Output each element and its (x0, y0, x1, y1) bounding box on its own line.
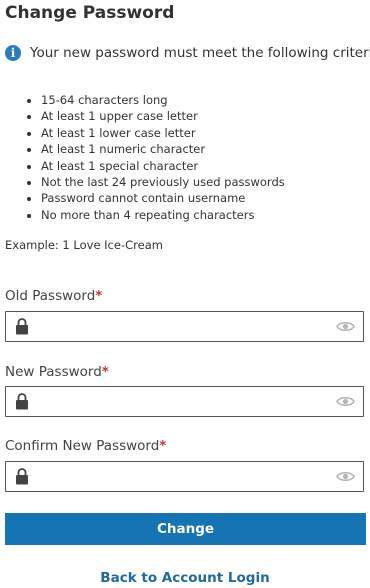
new-password-field[interactable] (5, 386, 364, 417)
old-password-label: Old Password* (5, 288, 102, 304)
confirm-password-field[interactable] (5, 461, 364, 492)
confirm-password-input[interactable] (36, 462, 326, 491)
password-example: Example: 1 Love Ice-Cream (5, 238, 163, 252)
page-title: Change Password (5, 3, 175, 23)
change-button[interactable]: Change (5, 513, 366, 545)
new-password-label-text: New Password (5, 364, 102, 380)
eye-icon[interactable] (336, 320, 355, 333)
eye-icon[interactable] (336, 395, 355, 408)
criteria-intro-row: i Your new password must meet the follow… (5, 45, 370, 61)
criteria-item: 15-64 characters long (41, 92, 285, 108)
criteria-item: At least 1 special character (41, 158, 285, 174)
required-mark: * (101, 364, 109, 380)
criteria-item: Not the last 24 previously used password… (41, 174, 285, 190)
info-icon: i (5, 45, 21, 61)
required-mark: * (95, 288, 103, 304)
criteria-item: At least 1 numeric character (41, 141, 285, 157)
old-password-label-text: Old Password (5, 288, 96, 304)
lock-icon (16, 468, 28, 485)
criteria-item: At least 1 lower case letter (41, 125, 285, 141)
criteria-item: Password cannot contain username (41, 190, 285, 206)
confirm-password-label-text: Confirm New Password (5, 438, 160, 454)
criteria-list: 15-64 characters long At least 1 upper c… (26, 92, 285, 223)
back-to-login-link[interactable]: Back to Account Login (0, 570, 370, 586)
old-password-input[interactable] (36, 312, 326, 341)
old-password-field[interactable] (5, 311, 364, 342)
confirm-password-label: Confirm New Password* (5, 438, 166, 454)
criteria-item: At least 1 upper case letter (41, 108, 285, 124)
lock-icon (16, 318, 28, 335)
required-mark: * (159, 438, 167, 454)
new-password-input[interactable] (36, 387, 326, 416)
criteria-intro: Your new password must meet the followin… (30, 45, 370, 61)
criteria-item: No more than 4 repeating characters (41, 207, 285, 223)
new-password-label: New Password* (5, 364, 109, 380)
lock-icon (16, 393, 28, 410)
eye-icon[interactable] (336, 470, 355, 483)
